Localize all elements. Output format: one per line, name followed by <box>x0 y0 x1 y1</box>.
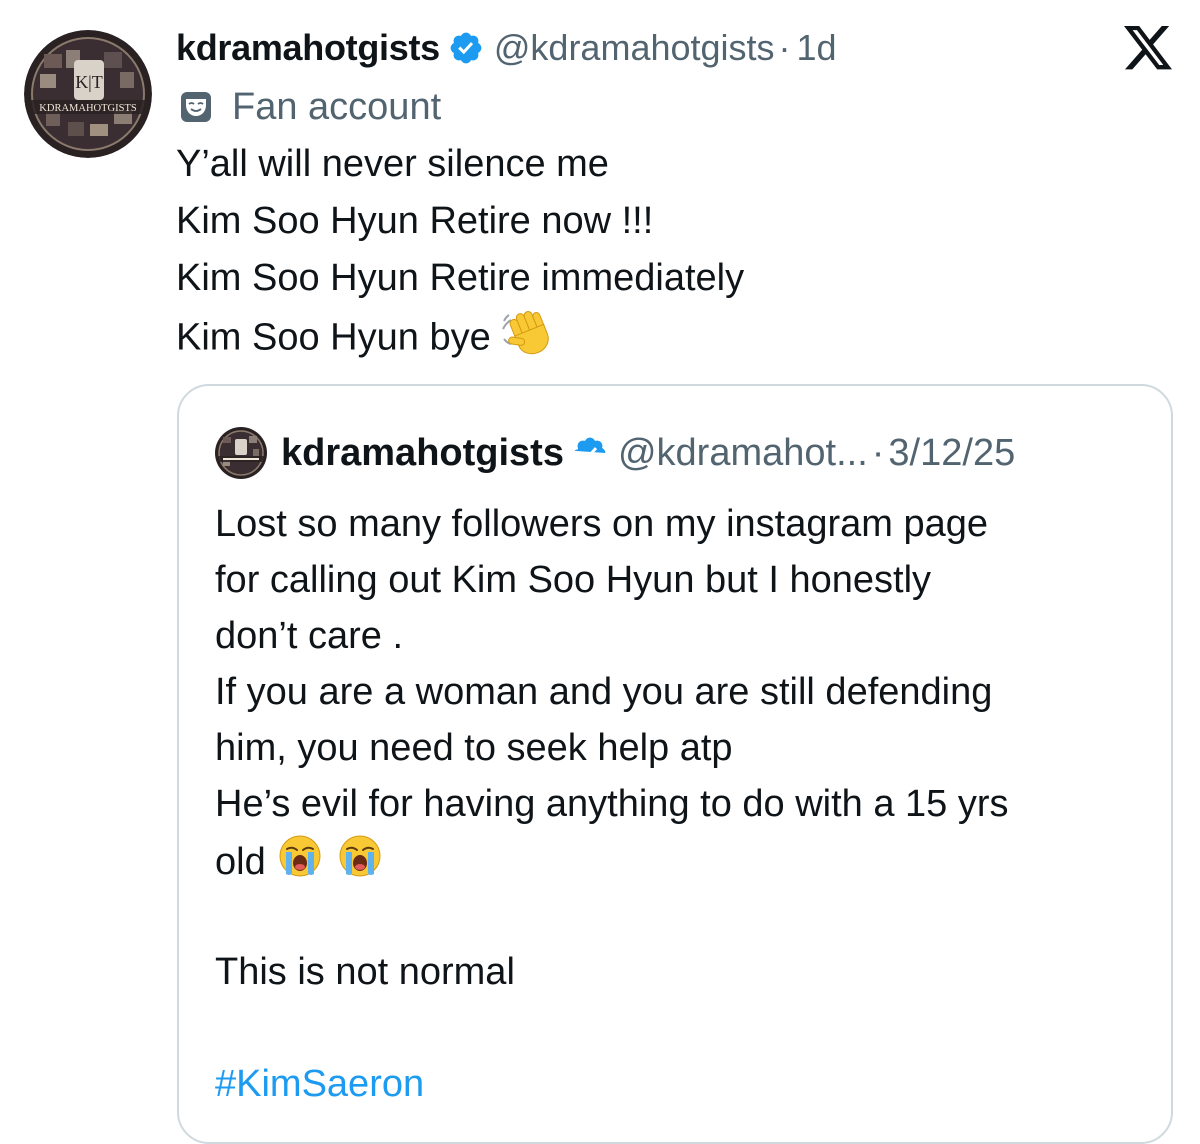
tweet-header: kdramahotgists @kdramahotgists · 1d <box>176 22 837 74</box>
hashtag-link[interactable]: #KimSaeron <box>215 1056 1009 1112</box>
account-label: Fan account <box>176 82 441 132</box>
quoted-tweet-closing-line: This is not normal <box>215 951 515 993</box>
avatar-wordmark: KDRAMAHOTGISTS <box>39 103 137 114</box>
tweet-line: Kim Soo Hyun bye <box>176 316 491 359</box>
quoted-tweet-line-with-emoji: old <box>215 832 1009 888</box>
quoted-tweet-line: Lost so many followers on my instagram p… <box>215 503 989 545</box>
separator-dot: · <box>778 27 791 68</box>
quoted-tweet-line: don’t care . <box>215 615 403 657</box>
waving-hand-emoji <box>501 307 557 372</box>
tweet-timestamp[interactable]: 1d <box>797 27 837 69</box>
quoted-tweet-line: for calling out Kim Soo Hyun but I hones… <box>215 559 932 601</box>
quoted-tweet-line: If you are a woman and you are still def… <box>215 671 993 713</box>
author-handle[interactable]: @kdramahotgists <box>494 27 775 69</box>
quoted-author-handle[interactable]: @kdramahot... <box>618 432 868 475</box>
separator-dot: · <box>871 431 885 474</box>
author-avatar[interactable]: K|T KDRAMAHOTGISTS <box>24 30 152 158</box>
avatar-monogram: K|T <box>75 72 103 92</box>
x-logo-icon[interactable] <box>1124 26 1172 70</box>
quoted-tweet-line: him, you need to seek help atp <box>215 727 733 769</box>
quoted-tweet-line: old <box>215 841 266 884</box>
quoted-author-display-name[interactable]: kdramahotgists <box>281 432 564 475</box>
tweet-line: Y’all will never silence me <box>176 143 609 185</box>
verified-badge-icon[interactable] <box>572 435 608 471</box>
tweet-line: Kim Soo Hyun Retire immediately <box>176 257 745 299</box>
loudly-crying-face-emoji <box>336 832 384 896</box>
quoted-author-avatar[interactable] <box>215 427 267 479</box>
verified-badge-icon[interactable] <box>448 30 484 66</box>
quoted-tweet-header: kdramahotgists @kdramahot... · 3/12/25 <box>215 427 1015 479</box>
quoted-tweet-timestamp[interactable]: 3/12/25 <box>888 432 1015 475</box>
tweet-text: Y’all will never silence me Kim Soo Hyun… <box>176 136 744 364</box>
theater-masks-icon <box>178 89 214 125</box>
account-label-text: Fan account <box>232 85 442 128</box>
author-display-name[interactable]: kdramahotgists <box>176 27 440 69</box>
quoted-tweet-line: He’s evil for having anything to do with… <box>215 783 1009 825</box>
tweet-line-last: Kim Soo Hyun bye <box>176 307 744 364</box>
loudly-crying-face-emoji <box>276 832 324 896</box>
tweet-line: Kim Soo Hyun Retire now !!! <box>176 200 654 242</box>
quoted-tweet-card[interactable]: kdramahotgists @kdramahot... · 3/12/25 L… <box>177 384 1173 1144</box>
quoted-tweet-text: Lost so many followers on my instagram p… <box>215 496 1009 1112</box>
